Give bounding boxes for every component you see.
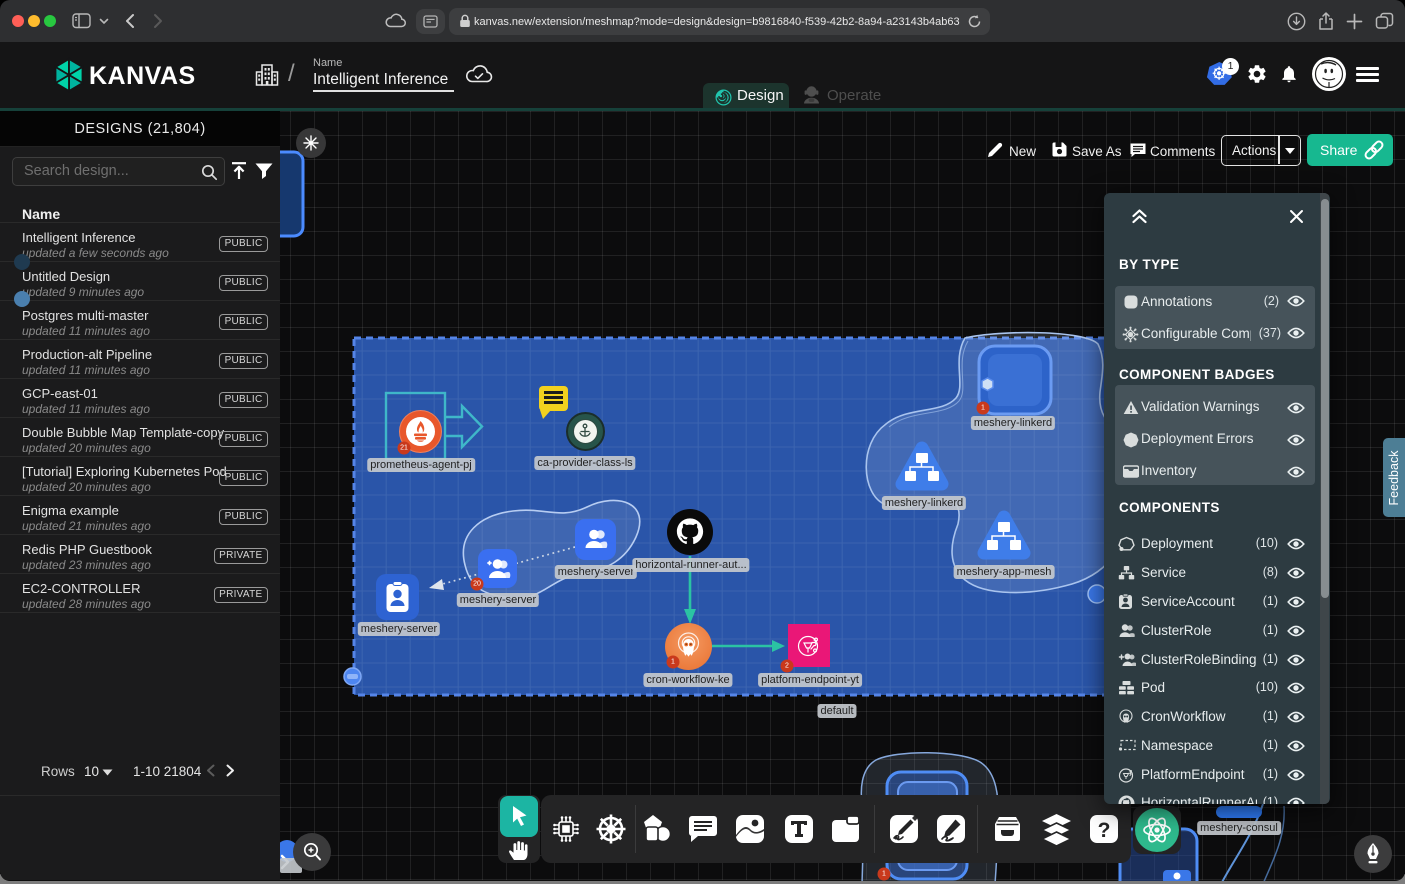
svg-text:?: ?: [1098, 819, 1111, 842]
